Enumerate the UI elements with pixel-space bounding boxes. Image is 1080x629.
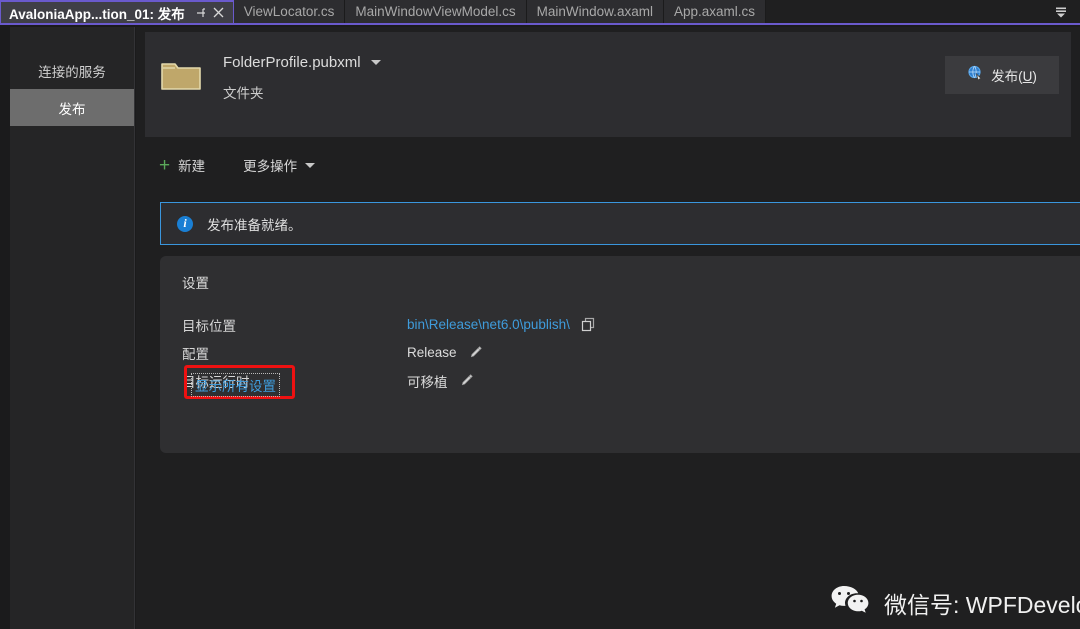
- pencil-icon[interactable]: [468, 345, 483, 360]
- profile-name: FolderProfile.pubxml: [223, 54, 361, 71]
- setting-value-group: bin\Release\net6.0\publish\: [407, 317, 596, 332]
- sidebar-item-label: 发布: [58, 101, 86, 117]
- info-icon: i: [177, 215, 193, 232]
- profile-subtitle: 文件夹: [223, 86, 264, 101]
- publish-sidebar: 连接的服务 发布: [10, 27, 135, 629]
- publish-button-label: 发布(U): [991, 69, 1037, 84]
- wechat-icon: [830, 583, 870, 622]
- setting-row-configuration: 配置 Release: [182, 340, 1080, 365]
- tab-label: AvaloniaApp...tion_01: 发布: [9, 6, 185, 22]
- banner-message: 发布准备就绪。: [207, 217, 302, 233]
- watermark-text: 微信号: WPFDevelopers: [884, 591, 1080, 618]
- tab-label: App.axaml.cs: [673, 4, 755, 19]
- setting-label: 目标位置: [182, 318, 236, 334]
- close-icon[interactable]: [211, 5, 227, 21]
- plus-icon: +: [159, 154, 171, 176]
- publish-status-banner: i 发布准备就绪。: [160, 202, 1080, 245]
- publish-button[interactable]: 发布(U): [945, 56, 1059, 94]
- tab-mainwindow-axaml[interactable]: MainWindow.axaml: [526, 0, 664, 23]
- more-actions-button[interactable]: 更多操作: [243, 155, 316, 175]
- pin-icon[interactable]: [193, 5, 209, 21]
- setting-value-group: 可移植: [407, 371, 474, 391]
- tab-label: MainWindowViewModel.cs: [355, 4, 516, 19]
- tab-label: ViewLocator.cs: [243, 4, 335, 19]
- pencil-icon[interactable]: [459, 373, 474, 388]
- sidebar-item-publish[interactable]: 发布: [10, 89, 134, 126]
- tab-app-axaml-cs[interactable]: App.axaml.cs: [663, 0, 766, 23]
- target-location-link[interactable]: bin\Release\net6.0\publish\: [407, 317, 570, 332]
- chevron-down-icon[interactable]: [370, 60, 381, 65]
- tab-bar-spacer: [766, 0, 1042, 23]
- more-actions-label: 更多操作: [243, 159, 298, 174]
- publish-profile-header: FolderProfile.pubxml 文件夹 发布(U): [145, 32, 1071, 137]
- show-all-settings-link[interactable]: 显示所有设置: [191, 373, 280, 397]
- publish-toolbar: + 新建 更多操作: [145, 137, 1071, 193]
- chevron-down-icon: [305, 162, 316, 168]
- profile-selector[interactable]: FolderProfile.pubxml: [223, 54, 381, 71]
- setting-row-target-location: 目标位置 bin\Release\net6.0\publish\: [182, 312, 1080, 337]
- setting-row-target-runtime: 目标运行时 可移植: [182, 368, 1080, 393]
- new-profile-button[interactable]: + 新建: [159, 155, 205, 175]
- profile-text-block: FolderProfile.pubxml 文件夹: [223, 54, 381, 102]
- copy-icon[interactable]: [581, 317, 596, 332]
- editor-tab-bar: AvaloniaApp...tion_01: 发布 ViewLocator.cs…: [0, 0, 1080, 25]
- tab-label: MainWindow.axaml: [536, 4, 653, 19]
- new-profile-label: 新建: [178, 159, 206, 174]
- left-edge-strip: [0, 27, 10, 629]
- sidebar-item-connected-services[interactable]: 连接的服务: [10, 52, 134, 89]
- publish-globe-icon: [967, 65, 984, 85]
- tab-publish-active[interactable]: AvaloniaApp...tion_01: 发布: [0, 0, 234, 23]
- setting-value-group: Release: [407, 345, 483, 360]
- settings-title: 设置: [182, 276, 209, 291]
- setting-label: 配置: [182, 346, 209, 362]
- chevron-double-down-icon[interactable]: [1042, 0, 1080, 23]
- tab-mainwindowviewmodel[interactable]: MainWindowViewModel.cs: [345, 0, 527, 23]
- settings-card: 设置 目标位置 bin\Release\net6.0\publish\ 配置 R…: [160, 256, 1080, 453]
- configuration-value: Release: [407, 345, 457, 360]
- wechat-watermark: 微信号: WPFDevelopers: [830, 583, 1080, 622]
- publish-main-pane: FolderProfile.pubxml 文件夹 发布(U) + 新建 更多操作: [136, 27, 1080, 629]
- folder-icon: [160, 58, 202, 92]
- tab-viewlocator[interactable]: ViewLocator.cs: [233, 0, 346, 23]
- target-runtime-value: 可移植: [407, 374, 448, 390]
- sidebar-item-label: 连接的服务: [38, 64, 106, 80]
